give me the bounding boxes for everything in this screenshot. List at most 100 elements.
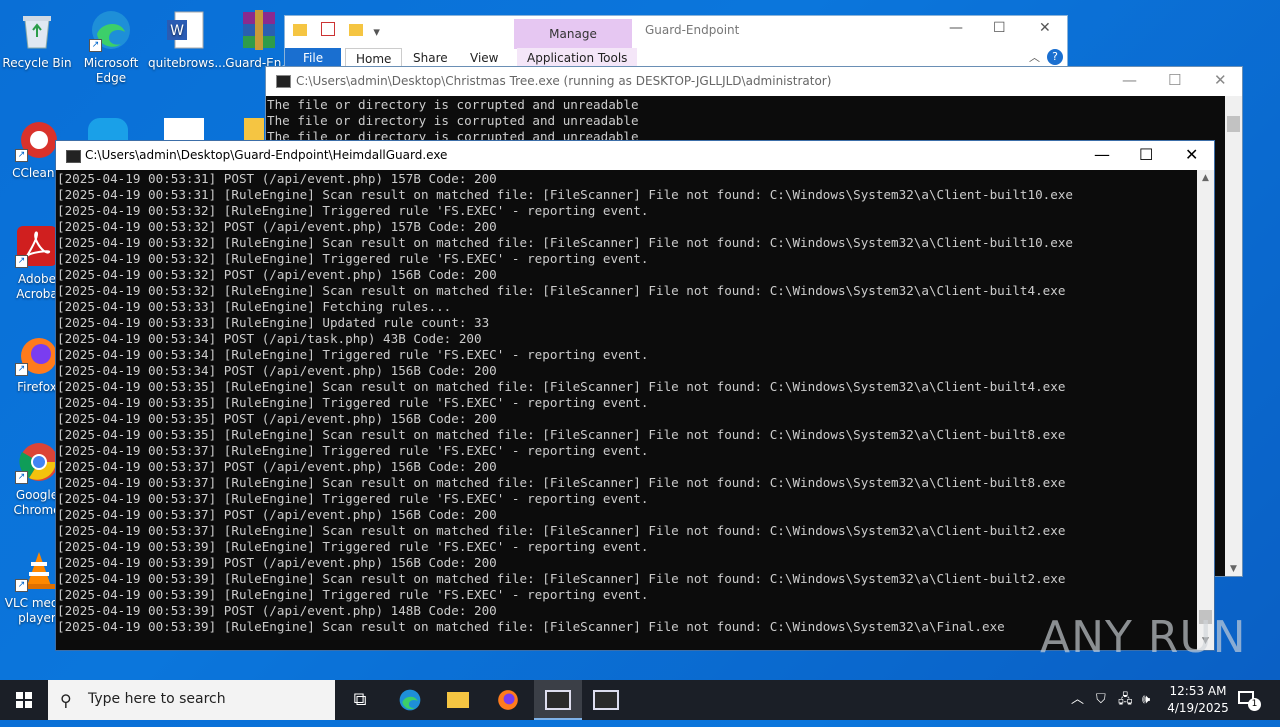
maximize-icon[interactable]: ☐ xyxy=(1139,145,1153,164)
show-hidden-icons-chevron-icon[interactable]: ︿ xyxy=(1071,680,1084,720)
clock-time: 12:53 AM xyxy=(1169,684,1227,698)
quick-access-toolbar[interactable]: ▾ xyxy=(293,22,380,40)
ccleaner-icon: ↗ xyxy=(15,118,59,162)
desktop-icon-word-partial[interactable] xyxy=(164,118,204,142)
help-icon[interactable]: ? xyxy=(1047,49,1063,65)
firefox-taskbar-icon[interactable] xyxy=(484,680,532,720)
scrollbar-thumb[interactable] xyxy=(1227,116,1240,132)
start-button[interactable] xyxy=(0,680,48,720)
console-log-line: [2025-04-19 00:53:32] [RuleEngine] Scan … xyxy=(57,235,1073,250)
new-folder-icon[interactable] xyxy=(349,24,364,36)
console-taskbar-icon[interactable] xyxy=(582,680,630,720)
desktop-icon-edge[interactable]: ↗ Microsoft Edge xyxy=(74,8,148,86)
notification-center-button[interactable]: 1 xyxy=(1238,688,1261,711)
tab-view[interactable]: View xyxy=(460,48,508,68)
search-icon: ⚲ xyxy=(60,691,72,710)
console-log-line: [2025-04-19 00:53:35] [RuleEngine] Trigg… xyxy=(57,395,649,410)
windows-logo-icon xyxy=(16,692,32,708)
adobe-acrobat-icon: ↗ xyxy=(15,224,59,268)
console-log-line: [2025-04-19 00:53:39] POST (/api/event.p… xyxy=(57,603,497,618)
winrar-archive-icon xyxy=(237,8,281,52)
close-icon[interactable]: ✕ xyxy=(1214,71,1227,89)
manage-contextual-tab[interactable]: Manage xyxy=(514,19,632,49)
close-icon[interactable]: ✕ xyxy=(1185,145,1198,164)
title-bar[interactable]: C:\Users\admin\Desktop\Guard-Endpoint\He… xyxy=(56,141,1214,170)
console-log-line: [2025-04-19 00:53:37] [RuleEngine] Trigg… xyxy=(57,443,649,458)
window-title: Guard-Endpoint xyxy=(645,23,740,37)
volume-icon[interactable]: 🕪 xyxy=(1142,680,1150,720)
file-explorer-window[interactable]: ▾ Manage Guard-Endpoint — ☐ ✕ File Home … xyxy=(284,15,1068,69)
edge-taskbar-icon[interactable] xyxy=(386,680,434,720)
defender-icon[interactable]: ⛉ xyxy=(1096,680,1106,720)
shortcut-arrow-icon: ↗ xyxy=(15,471,28,484)
title-bar[interactable]: C:\Users\admin\Desktop\Christmas Tree.ex… xyxy=(266,67,1242,96)
desktop-icon-quitebrows[interactable]: W quitebrows... xyxy=(148,8,226,71)
file-explorer-taskbar-icon[interactable] xyxy=(434,680,482,720)
vertical-scrollbar[interactable]: ▼ xyxy=(1225,96,1242,576)
vertical-scrollbar[interactable]: ▲ ▼ xyxy=(1197,170,1214,650)
tab-application-tools[interactable]: Application Tools xyxy=(517,48,638,68)
console-log-line: [2025-04-19 00:53:39] [RuleEngine] Scan … xyxy=(57,619,1005,634)
console-log-line: [2025-04-19 00:53:37] POST (/api/event.p… xyxy=(57,459,497,474)
console-log-line: [2025-04-19 00:53:39] POST (/api/event.p… xyxy=(57,555,497,570)
chrome-icon: ↗ xyxy=(15,440,59,484)
notification-count-badge: 1 xyxy=(1248,698,1261,711)
console-log-line: [2025-04-19 00:53:33] [RuleEngine] Fetch… xyxy=(57,299,452,314)
minimize-icon[interactable]: — xyxy=(1122,71,1137,89)
console-log-line: [2025-04-19 00:53:31] POST (/api/event.p… xyxy=(57,171,497,186)
taskbar-search-box[interactable]: ⚲ Type here to search xyxy=(48,680,335,720)
console-log-line: [2025-04-19 00:53:37] [RuleEngine] Scan … xyxy=(57,523,1066,538)
recycle-bin-icon xyxy=(15,8,59,52)
chevron-down-icon[interactable]: ▾ xyxy=(373,25,380,40)
desktop-icon-folder-partial[interactable] xyxy=(244,118,264,142)
console-log-line: [2025-04-19 00:53:34] POST (/api/task.ph… xyxy=(57,331,482,346)
console-log-line: [2025-04-19 00:53:32] [RuleEngine] Trigg… xyxy=(57,251,649,266)
console-log-line: [2025-04-19 00:53:31] [RuleEngine] Scan … xyxy=(57,187,1073,202)
window-title: C:\Users\admin\Desktop\Guard-Endpoint\He… xyxy=(85,148,448,162)
task-view-icon[interactable]: ⧉ xyxy=(336,680,384,720)
console-log-line: [2025-04-19 00:53:37] POST (/api/event.p… xyxy=(57,507,497,522)
ribbon-tabs: File Home Share View Application Tools xyxy=(285,48,1067,69)
desktop-icon-recycle-bin[interactable]: Recycle Bin xyxy=(0,8,74,71)
console-log-line: [2025-04-19 00:53:32] POST (/api/event.p… xyxy=(57,219,497,234)
tab-file[interactable]: File xyxy=(285,48,342,68)
desktop-icon-label: Microsoft Edge xyxy=(83,56,139,85)
minimize-icon[interactable]: — xyxy=(1094,145,1110,164)
clock[interactable]: 12:53 AM 4/19/2025 xyxy=(1160,683,1236,717)
console-icon xyxy=(66,150,81,163)
close-icon[interactable]: ✕ xyxy=(1039,20,1051,36)
tab-share[interactable]: Share xyxy=(403,48,458,68)
console-log-line: [2025-04-19 00:53:39] [RuleEngine] Scan … xyxy=(57,571,1066,586)
console-log-line: [2025-04-19 00:53:34] POST (/api/event.p… xyxy=(57,363,497,378)
shortcut-arrow-icon: ↗ xyxy=(15,363,28,376)
shortcut-arrow-icon: ↗ xyxy=(15,255,28,268)
console-log-line: [2025-04-19 00:53:37] [RuleEngine] Trigg… xyxy=(57,491,649,506)
console-log-line: [2025-04-19 00:53:37] [RuleEngine] Scan … xyxy=(57,475,1066,490)
search-placeholder: Type here to search xyxy=(88,691,226,707)
network-icon[interactable]: 🖧 xyxy=(1118,680,1133,720)
scroll-up-arrow-icon[interactable]: ▲ xyxy=(1197,170,1214,187)
firefox-icon: ↗ xyxy=(15,332,59,376)
properties-icon[interactable] xyxy=(321,22,336,36)
console-log-line: [2025-04-19 00:53:32] POST (/api/event.p… xyxy=(57,267,497,282)
console-log-line: [2025-04-19 00:53:34] [RuleEngine] Trigg… xyxy=(57,347,649,362)
console-output-line: The file or directory is corrupted and u… xyxy=(267,113,639,128)
maximize-icon[interactable]: ☐ xyxy=(993,20,1006,36)
desktop-icon-skype-partial[interactable] xyxy=(88,118,128,142)
chevron-up-icon[interactable]: ︿ xyxy=(1029,49,1040,65)
scroll-down-arrow-icon[interactable]: ▼ xyxy=(1225,564,1242,574)
console-taskbar-icon-active[interactable] xyxy=(534,680,582,720)
console-output: [2025-04-19 00:53:31] POST (/api/event.p… xyxy=(56,171,1197,650)
edge-icon: ↗ xyxy=(89,8,133,52)
console-log-line: [2025-04-19 00:53:35] [RuleEngine] Scan … xyxy=(57,427,1066,442)
shortcut-arrow-icon: ↗ xyxy=(15,149,28,162)
minimize-icon[interactable]: — xyxy=(949,20,963,36)
vlc-cone-icon: ↗ xyxy=(15,548,59,592)
heimdallguard-console-window[interactable]: C:\Users\admin\Desktop\Guard-Endpoint\He… xyxy=(55,140,1215,651)
console-log-line: [2025-04-19 00:53:35] [RuleEngine] Scan … xyxy=(57,379,1066,394)
console-log-line: [2025-04-19 00:53:32] [RuleEngine] Trigg… xyxy=(57,203,649,218)
svg-text:W: W xyxy=(170,23,184,39)
desktop-icon-label: Recycle Bin xyxy=(2,56,72,70)
folder-icon[interactable] xyxy=(293,24,307,36)
maximize-icon[interactable]: ☐ xyxy=(1168,71,1181,89)
